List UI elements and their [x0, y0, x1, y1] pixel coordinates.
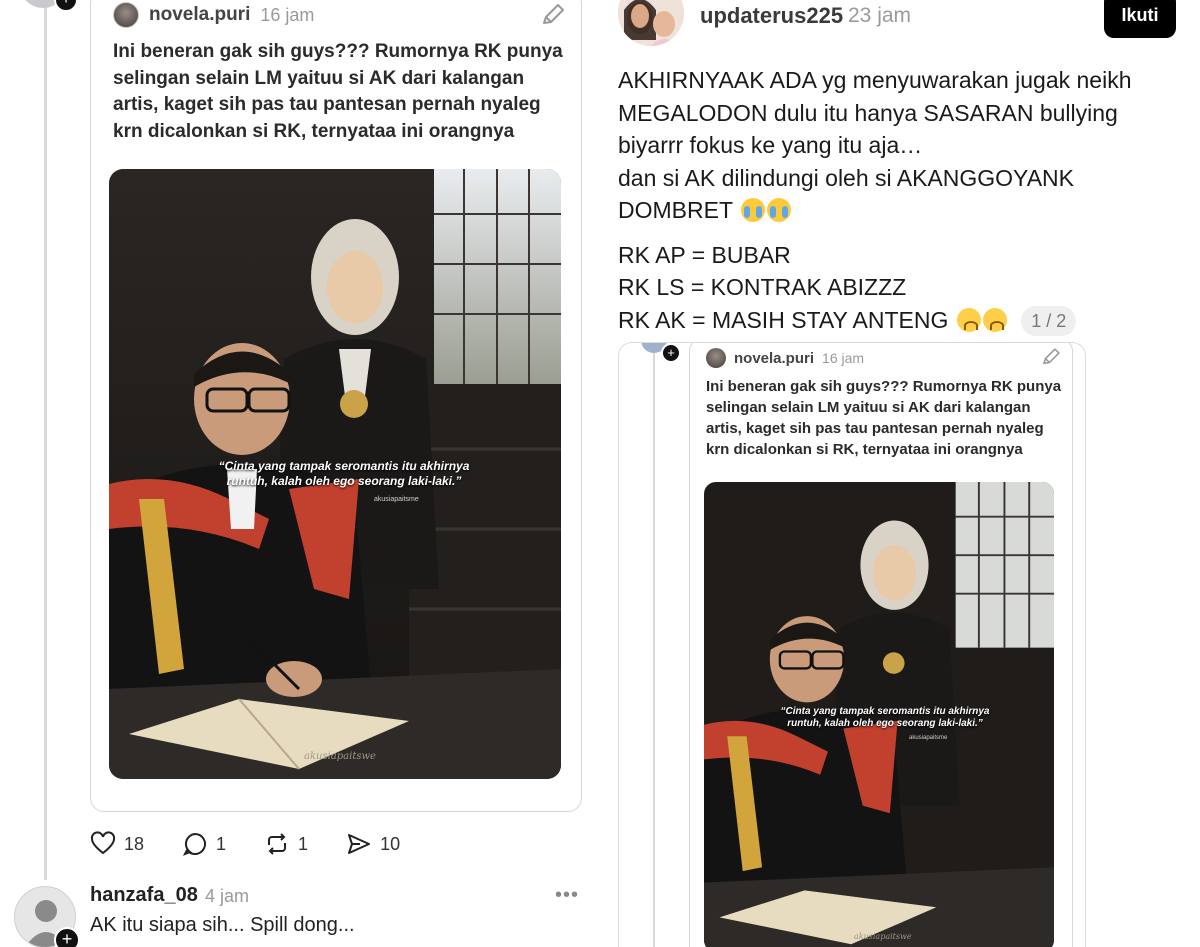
repost-button[interactable]: 1: [264, 831, 308, 857]
image-page-indicator: 1 / 2: [1021, 305, 1077, 336]
follow-plus-icon[interactable]: +: [54, 927, 80, 947]
photo-caption: “Cinta yang tampak seromantis itu akhirn…: [218, 459, 470, 488]
post-line-with-emoji: DOMBRET: [618, 194, 1178, 227]
reply-text: AK itu siapa sih... Spill dong...: [90, 914, 355, 936]
comment-count: 1: [216, 833, 227, 854]
edit-pencil-icon: [1043, 348, 1060, 365]
post-line: RK LS = KONTRAK ABIZZZ: [618, 274, 907, 300]
loudly-crying-face-icon: [766, 198, 791, 222]
share-count: 10: [380, 833, 401, 854]
weary-face-icon: [982, 307, 1007, 332]
post-time: 23 jam: [848, 4, 912, 27]
avatar-photo: [618, 0, 684, 46]
quoted-post-text: Ini beneran gak sih guys??? Rumornya RK …: [113, 41, 563, 142]
quoted-post-header: novela.puri 16 jam: [113, 1, 314, 29]
author-avatar[interactable]: [618, 0, 684, 46]
loudly-crying-face-icon: [740, 198, 765, 222]
post-line: dan si AK dilindungi oleh si AKANGGOYANK: [618, 164, 1074, 191]
edit-pencil-icon: [543, 4, 564, 24]
post-line: AKHIRNYAAK ADA yg menyuwarakan jugak nei…: [618, 67, 1132, 93]
reply-username[interactable]: hanzafa_08: [90, 884, 198, 907]
embedded-username: novela.puri: [734, 349, 815, 367]
post-line-with-emoji: RK AK = MASIH STAY ANTENG 1 / 2: [618, 304, 1178, 337]
quoted-time: 16 jam: [260, 4, 315, 25]
photo-signature: akusiapaitswe: [304, 751, 376, 762]
post-line: MEGALODON dulu itu hanya SASARAN bullyin…: [618, 99, 1118, 126]
like-button[interactable]: 18: [90, 831, 144, 857]
photo-signature: akusiapaitswe: [854, 932, 912, 941]
post-photo[interactable]: “Cinta yang tampak seromantis itu akhirn…: [109, 169, 561, 779]
embedded-post-photo: “Cinta yang tampak seromantis itu akhirn…: [704, 482, 1054, 947]
like-count: 18: [124, 833, 145, 854]
quoted-post-card[interactable]: novela.puri 16 jam Ini beneran gak sih g…: [90, 0, 582, 812]
post-line: RK AK = MASIH STAY ANTENG: [618, 306, 949, 333]
avatar: [706, 348, 726, 368]
quoted-username[interactable]: novela.puri: [149, 4, 250, 26]
post-line: RK AP = BUBAR: [618, 241, 791, 268]
share-button[interactable]: 10: [346, 831, 400, 857]
avatar[interactable]: [113, 2, 139, 28]
author-username[interactable]: updaterus225: [700, 3, 843, 29]
thread-connector-line: [44, 0, 47, 880]
embedded-time: 16 jam: [822, 350, 865, 366]
photo-caption: “Cinta yang tampak seromantis itu akhirn…: [780, 706, 990, 729]
threads-screen: + novela.puri 16 jam Ini beneran gak sih…: [0, 0, 1200, 947]
follow-plus-icon: +: [661, 343, 681, 363]
photo-handle: akusiapaitsme: [909, 735, 948, 741]
embedded-screenshot[interactable]: + novela.puri 16 jam Ini beneran gak sih…: [618, 342, 1086, 947]
embedded-quoted-post: novela.puri 16 jam Ini beneran gak sih g…: [689, 343, 1073, 947]
post-line: DOMBRET: [618, 197, 733, 223]
follow-plus-icon[interactable]: +: [54, 0, 78, 12]
photo-handle: akusiapaitsme: [374, 496, 419, 503]
weary-face-icon: [956, 307, 981, 332]
heart-icon: [90, 831, 116, 855]
follow-button[interactable]: Ikuti: [1104, 0, 1176, 38]
embedded-post-header: novela.puri 16 jam: [706, 346, 864, 370]
post-action-bar: 18 1 1 10: [90, 826, 438, 862]
thread-connector-line: [653, 343, 655, 947]
post-line: biyarrr fokus ke yang itu aja…: [618, 132, 923, 158]
reply-time: 4 jam: [205, 886, 250, 906]
post-body: AKHIRNYAAK ADA yg menyuwarakan jugak nei…: [618, 64, 1178, 336]
send-icon: [348, 834, 371, 854]
more-options-icon[interactable]: •••: [555, 884, 579, 907]
repost-icon: [268, 833, 287, 855]
embedded-post-text: Ini beneran gak sih guys??? Rumornya RK …: [706, 378, 1062, 458]
comment-button[interactable]: 1: [182, 831, 226, 857]
comment-icon: [182, 832, 207, 856]
repost-count: 1: [298, 833, 309, 854]
